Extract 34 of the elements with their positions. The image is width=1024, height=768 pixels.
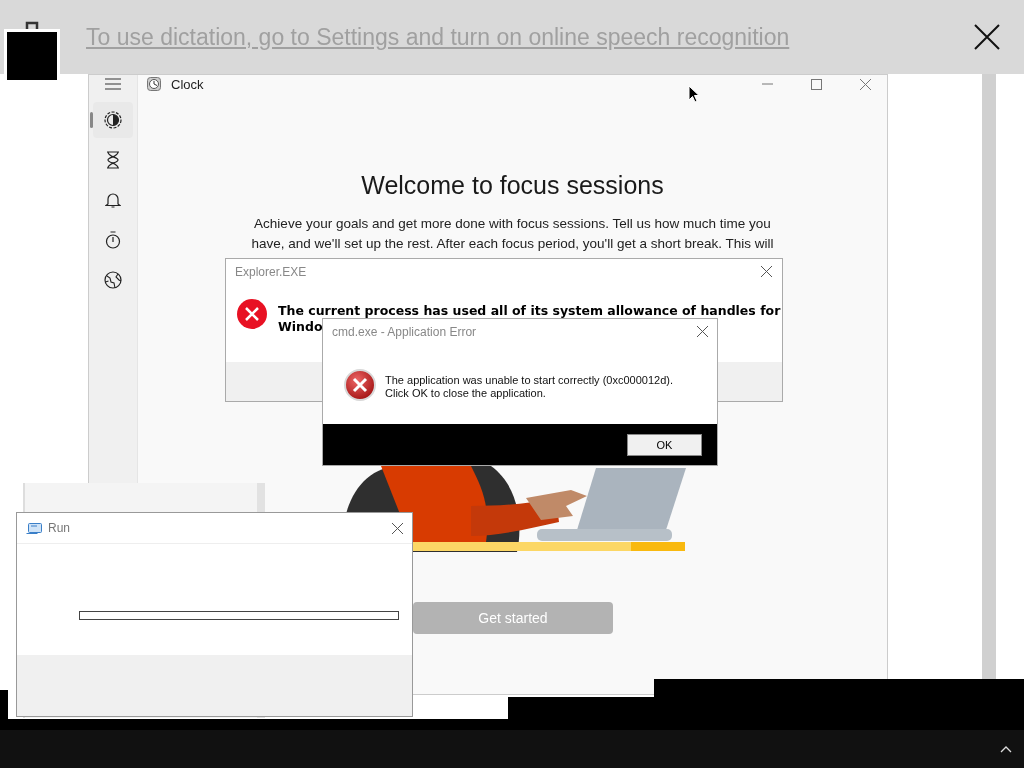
- bag-icon: [4, 19, 60, 83]
- maximize-icon[interactable]: [811, 78, 822, 90]
- close-icon[interactable]: [392, 522, 403, 534]
- dialog-title: cmd.exe - Application Error: [332, 325, 477, 339]
- run-icon: [26, 522, 42, 534]
- cursor-icon: [688, 85, 700, 103]
- menu-icon[interactable]: [105, 78, 121, 90]
- bell-icon: [105, 191, 121, 209]
- chevron-up-icon[interactable]: [1000, 745, 1012, 753]
- close-icon[interactable]: [697, 326, 708, 337]
- error-message-line: The application was unable to start correctly (0xc000012d).: [385, 374, 673, 387]
- focus-icon: [104, 111, 122, 129]
- window-title: Clock: [171, 76, 204, 92]
- close-icon[interactable]: [974, 24, 1000, 50]
- error-message-line: Windo: [278, 319, 323, 335]
- input-field[interactable]: [79, 611, 399, 620]
- settings-link[interactable]: To use dictation, go to Settings and turn on online speech recognition: [86, 23, 974, 51]
- error-icon: [237, 299, 267, 329]
- error-message-line: Click OK to close the application.: [385, 387, 546, 400]
- get-started-button[interactable]: Get started: [413, 602, 613, 634]
- nav-item[interactable]: [93, 102, 133, 138]
- stopwatch-icon: [105, 231, 121, 249]
- description-line: have, and we'll set up the rest. After each focus period, you'll get a short break. This will: [250, 235, 775, 253]
- error-icon: [344, 369, 376, 401]
- hourglass-icon: [106, 151, 120, 169]
- heading: Welcome to focus sessions: [360, 171, 665, 200]
- error-message-line: The current process has used all of its system allowance of handles for: [278, 303, 781, 319]
- window-title: Run: [48, 521, 70, 535]
- close-icon[interactable]: [761, 266, 772, 277]
- dialog-title: Explorer.EXE: [235, 265, 307, 279]
- clock-icon: [147, 77, 161, 91]
- globe-icon: [104, 271, 122, 289]
- ok-button[interactable]: OK: [627, 434, 702, 456]
- description-line: Achieve your goals and get more done with focus sessions. Tell us how much time you: [253, 215, 772, 233]
